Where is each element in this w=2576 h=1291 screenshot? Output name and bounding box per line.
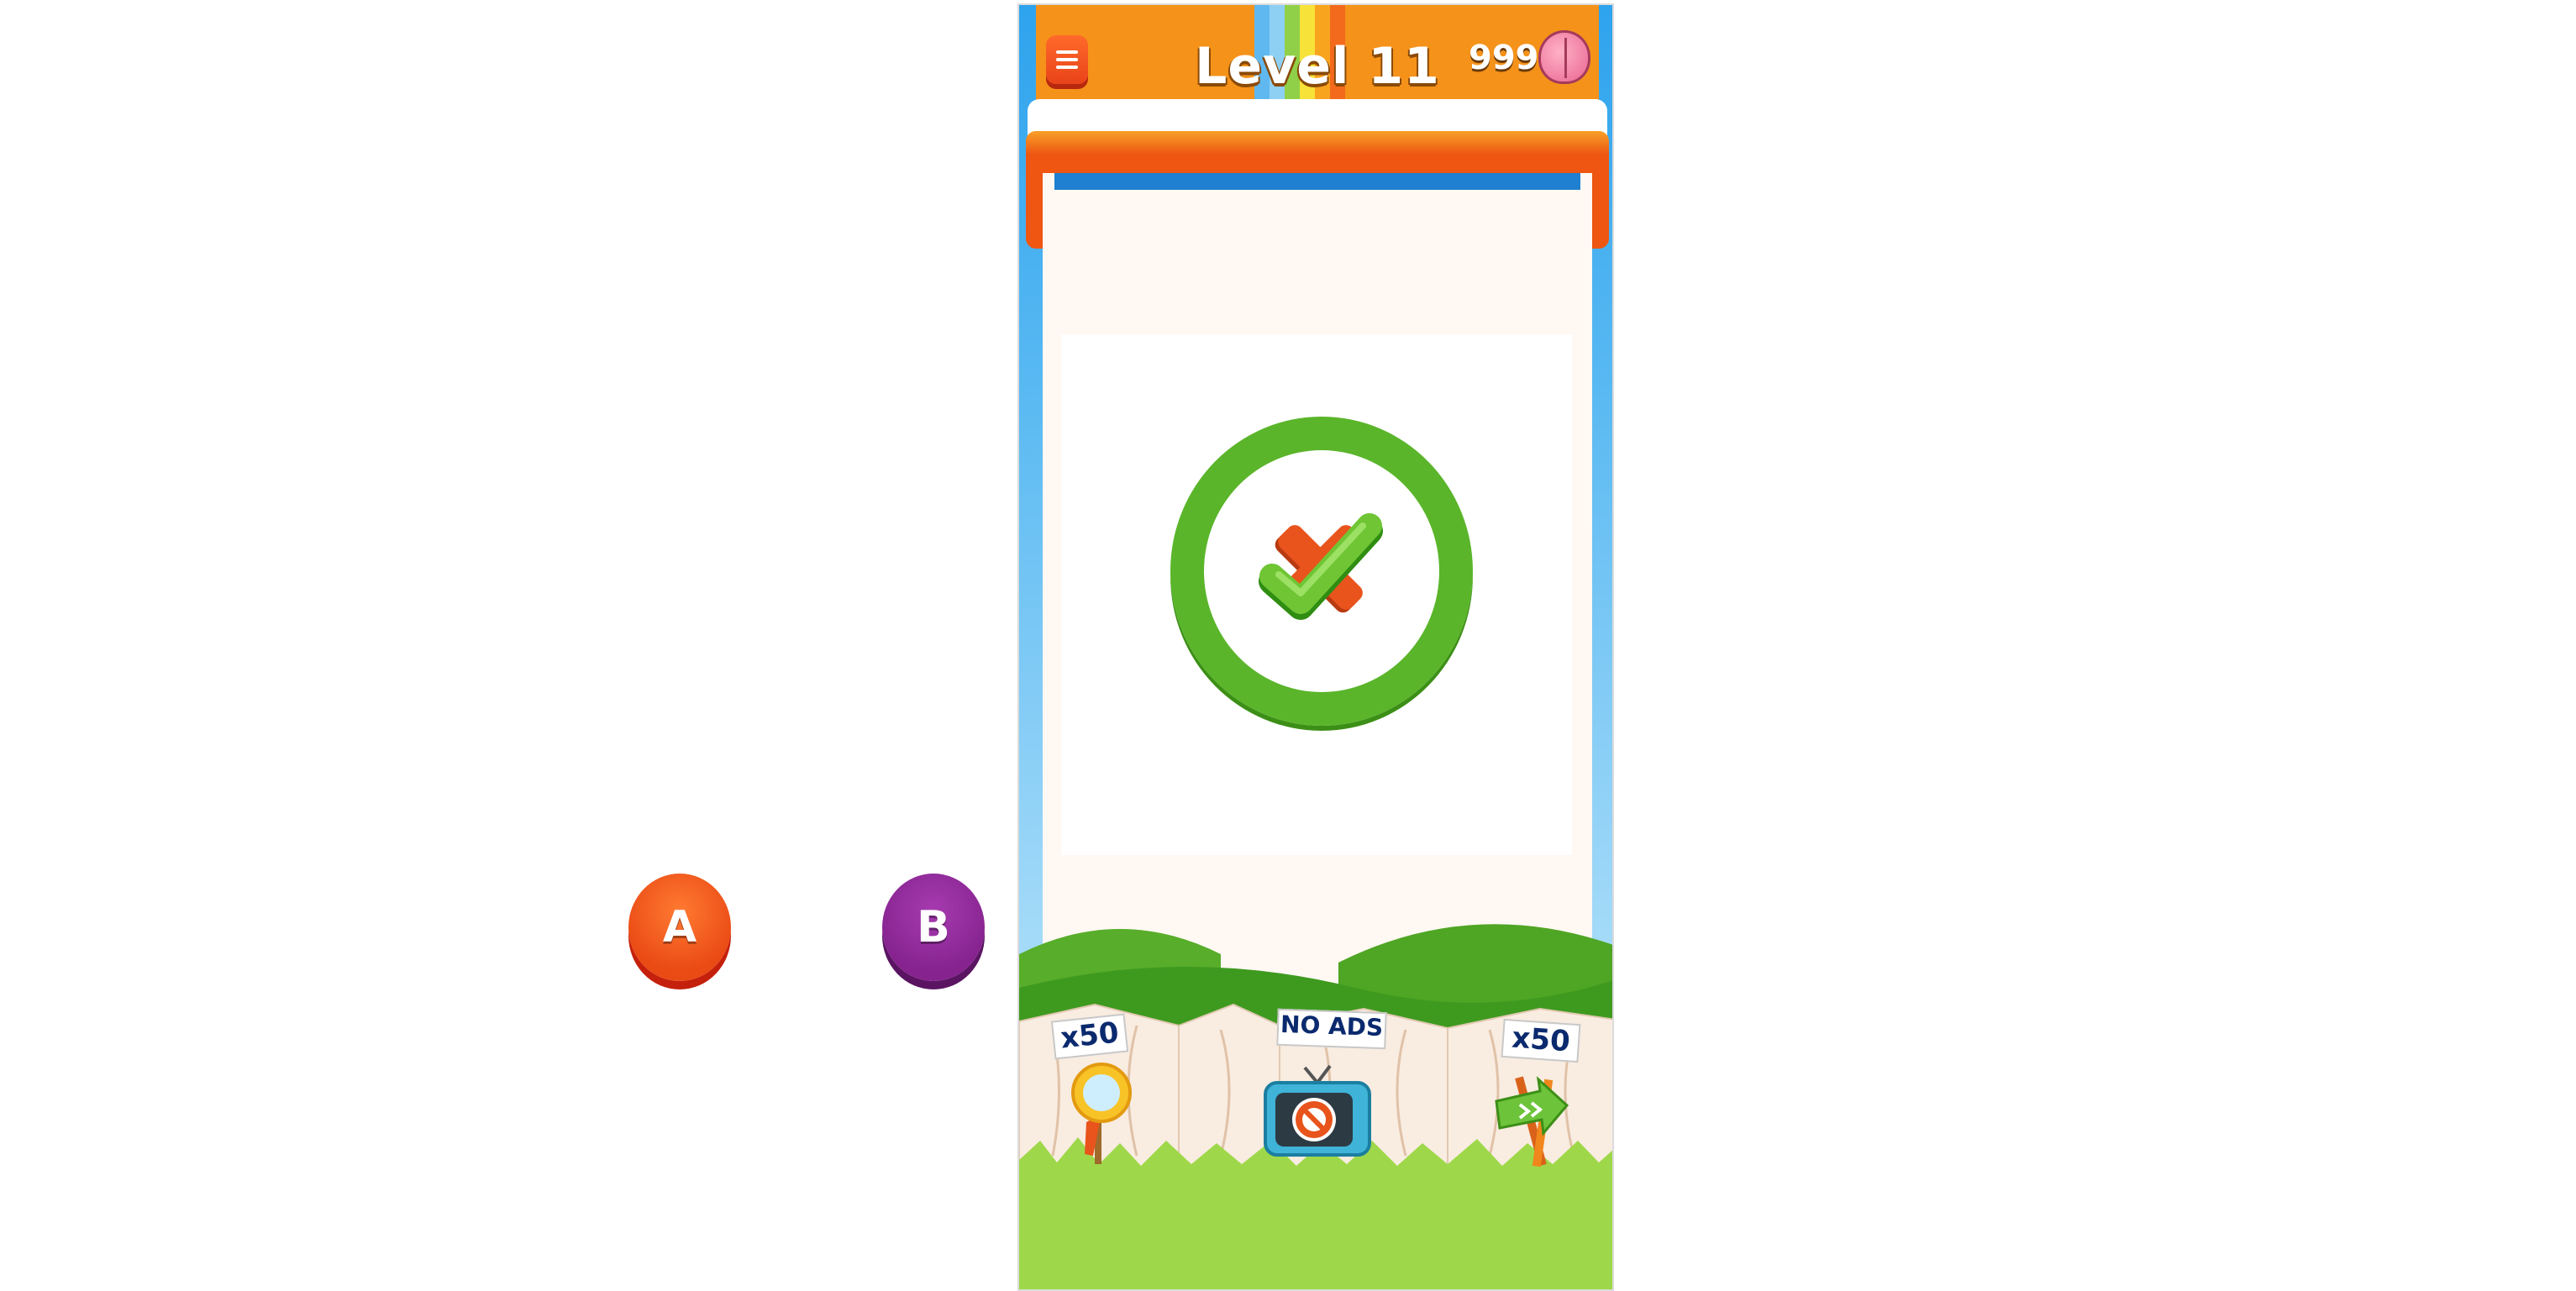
coin-count: 999: [1469, 39, 1539, 77]
tv-no-ads-icon[interactable]: [1259, 1051, 1376, 1160]
answer-a-button[interactable]: A: [628, 874, 731, 981]
green-check-icon: [1259, 513, 1383, 620]
answer-a-label: A: [662, 902, 697, 953]
answer-b-button[interactable]: B: [882, 874, 985, 981]
brain-icon: [1538, 30, 1590, 84]
no-ads-sign[interactable]: NO ADS: [1276, 1008, 1387, 1050]
hint-price-label: x50: [1059, 1015, 1121, 1056]
no-ads-label: NO ADS: [1280, 1010, 1384, 1042]
skip-price-sign[interactable]: x50: [1501, 1018, 1581, 1063]
progress-strip: [1054, 173, 1580, 190]
skip-arrow-icon[interactable]: [1490, 1059, 1574, 1168]
game-screen: Level 11 999 x50 NO ADS x50: [1017, 3, 1614, 1291]
skip-price-label: x50: [1511, 1021, 1572, 1059]
magnifier-hint-icon[interactable]: [1061, 1055, 1137, 1164]
hint-price-sign[interactable]: x50: [1050, 1013, 1129, 1060]
answer-b-label: B: [917, 902, 950, 953]
